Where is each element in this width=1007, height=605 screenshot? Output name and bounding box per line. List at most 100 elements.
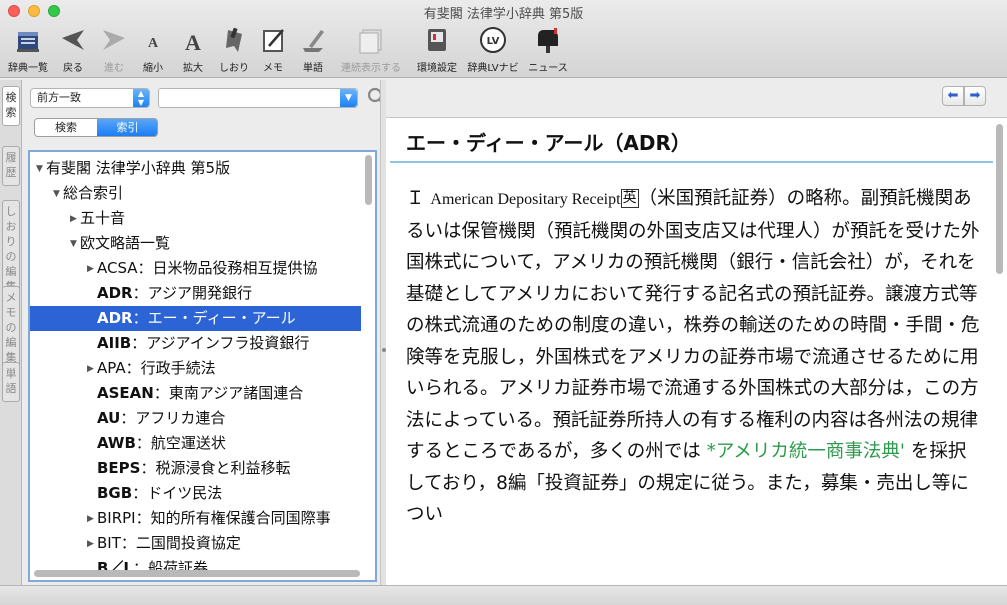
cross-reference-link[interactable]: *アメリカ統一商事法典' <box>707 441 905 462</box>
back-button[interactable]: 戻る <box>55 24 91 74</box>
tree-horizontal-scrollbar[interactable] <box>34 570 360 577</box>
toolbar: 有斐閣 法律学小辞典 第5版 辞典一覧 戻る 進む A 縮小 A 拡大 しおり <box>0 0 1007 78</box>
tree-item[interactable]: ▼ 欧文略語一覧 <box>30 231 361 256</box>
title-divider <box>390 161 993 163</box>
arrow-left-icon: ⬅ <box>947 88 959 103</box>
bookmark-button[interactable]: しおり <box>215 24 253 74</box>
disclosure-closed-icon[interactable]: ▶ <box>87 507 97 531</box>
prev-entry-button[interactable]: ⬅ <box>942 86 964 106</box>
preferences-button[interactable]: 環境設定 <box>414 24 460 74</box>
search-history-dropdown[interactable]: ▼ <box>340 89 357 107</box>
tree-item-abbr: ADR <box>97 284 133 302</box>
preferences-icon <box>428 29 446 51</box>
disclosure-closed-icon[interactable]: ▶ <box>70 207 80 231</box>
svg-text:LV: LV <box>487 36 500 47</box>
forward-button[interactable]: 進む <box>96 24 132 74</box>
tree-item[interactable]: ▶ BIT：二国間投資協定 <box>30 531 361 556</box>
tree-item-label: 五十音 <box>80 209 126 227</box>
font-smaller-button[interactable]: A 縮小 <box>136 24 170 74</box>
memo-icon <box>263 29 284 52</box>
memo-button[interactable]: メモ <box>256 24 290 74</box>
tree-item[interactable]: ▼ 有斐閣 法律学小辞典 第5版 <box>30 156 361 181</box>
tree-item-label: BIT：二国間投資協定 <box>97 534 241 552</box>
disclosure-open-icon[interactable]: ▼ <box>53 182 63 206</box>
disclosure-closed-icon[interactable]: ▶ <box>87 257 97 281</box>
tree-item-abbr: BEPS <box>97 459 141 477</box>
tab-memo-edit[interactable]: メモの編集 <box>2 286 20 368</box>
tree-item-label: ：東南アジア諸国連合 <box>153 384 304 402</box>
language-mark: 英 <box>620 189 639 208</box>
tree-item[interactable]: BEPS：税源浸食と利益移転 <box>30 456 361 481</box>
tree-item[interactable]: ▶ ACSA：日米物品役務相互提供協 <box>30 256 361 281</box>
tree-item-abbr: AWB <box>97 434 136 452</box>
news-button[interactable]: ニュース <box>526 24 570 74</box>
tree-item[interactable]: ADR：アジア開発銀行 <box>30 281 361 306</box>
disclosure-open-icon[interactable]: ▼ <box>36 157 46 181</box>
tree-item-label: 総合索引 <box>63 184 124 202</box>
status-bar <box>0 585 1007 605</box>
tree-item[interactable]: ▶ 五十音 <box>30 206 361 231</box>
tree-item[interactable]: AU：アフリカ連合 <box>30 406 361 431</box>
content-vertical-scrollbar[interactable] <box>996 124 1003 274</box>
tree-item-label: ：アジアインフラ投資銀行 <box>131 334 310 352</box>
tree-item-label: ：航空運送状 <box>135 434 226 452</box>
tree-item[interactable]: BGB：ドイツ民法 <box>30 481 361 506</box>
entry-body: Ｉ American Depositary Receipt 英（米国預託証券）の略… <box>406 183 984 531</box>
tree-item-label: ：エー・ディー・アール <box>132 309 296 327</box>
tree-item-label: 有斐閣 法律学小辞典 第5版 <box>46 159 231 177</box>
tree-item-label: APA：行政手続法 <box>97 359 216 377</box>
tree-item-abbr: AU <box>97 409 121 427</box>
tree-item-abbr: ASEAN <box>97 384 154 402</box>
tree-item[interactable]: ▼ 総合索引 <box>30 181 361 206</box>
match-mode-select[interactable]: 前方一致 ▲ ▼ <box>30 88 150 108</box>
tree-item-abbr: AIIB <box>97 334 132 352</box>
word-button[interactable]: 単語 <box>296 24 330 74</box>
tab-search[interactable]: 検索 <box>2 86 20 126</box>
entry-text: （米国預託証券）の略称。副預託機関あるいは保管機関（預託機関の外国支店又は代理人… <box>406 188 980 462</box>
tree-item-label: ：ドイツ民法 <box>132 484 223 502</box>
entry-title: エー・ディー・アール（ADR） <box>406 131 691 155</box>
tab-bookmark-edit[interactable]: しおりの編集 <box>2 200 20 298</box>
books-icon <box>17 32 39 52</box>
tree-item-abbr: ADR <box>97 309 133 327</box>
tree-item-label: ：アフリカ連合 <box>120 409 226 427</box>
dictionary-list-button[interactable]: 辞典一覧 <box>6 24 50 74</box>
search-mode-segmented-control: 検索 索引 <box>34 118 158 137</box>
tree-item-label: ：アジア開発銀行 <box>132 284 253 302</box>
continuous-display-button[interactable]: 連続表示する <box>338 24 404 74</box>
tree-item-label: BIRPI：知的所有権保護合同国際事 <box>97 509 331 527</box>
app-window: 有斐閣 法律学小辞典 第5版 辞典一覧 戻る 進む A 縮小 A 拡大 しおり <box>0 0 1007 605</box>
tree-item[interactable]: ▶ APA：行政手続法 <box>30 356 361 381</box>
tree-item[interactable]: AWB：航空運送状 <box>30 431 361 456</box>
search-input[interactable] <box>158 88 358 108</box>
segment-index[interactable]: 索引 <box>97 119 157 136</box>
select-arrows-icon: ▲ ▼ <box>133 89 149 107</box>
font-larger-button[interactable]: A 拡大 <box>176 24 210 74</box>
entry-marker: Ｉ <box>406 188 425 209</box>
disclosure-closed-icon[interactable]: ▶ <box>87 357 97 381</box>
tab-words[interactable]: 単語 <box>2 362 20 402</box>
disclosure-closed-icon[interactable]: ▶ <box>87 532 97 556</box>
continuous-display-icon <box>359 29 382 54</box>
window-title: 有斐閣 法律学小辞典 第5版 <box>423 7 584 22</box>
tab-history[interactable]: 履歴 <box>2 146 20 186</box>
arrow-right-icon: ➡ <box>969 88 981 103</box>
bookmark-icon <box>226 27 242 52</box>
tree-item[interactable]: ADR：エー・ディー・アール <box>30 306 361 331</box>
tree-item[interactable]: ▶ BIRPI：知的所有権保護合同国際事 <box>30 506 361 531</box>
lv-navi-icon: LV <box>480 27 506 53</box>
tree-item[interactable]: B／L：船荷証券 <box>30 556 361 581</box>
tree-item-label: ：税源浸食と利益移転 <box>140 459 291 477</box>
segment-search[interactable]: 検索 <box>35 119 97 136</box>
search-pane: 前方一致 ▲ ▼ ▼ 検索 索引 ▼ 有斐閣 法律学小辞典 第5版 ▼ 総合索引 ▶ 五十音… <box>22 80 388 585</box>
disclosure-open-icon[interactable]: ▼ <box>70 232 80 256</box>
tree-vertical-scrollbar[interactable] <box>365 155 372 205</box>
tree-item[interactable]: AIIB：アジアインフラ投資銀行 <box>30 331 361 356</box>
next-entry-button[interactable]: ➡ <box>964 86 986 106</box>
tree-item-abbr: BGB <box>97 484 133 502</box>
content-header-bar: ⬅ ➡ <box>386 80 1007 116</box>
lv-navi-button[interactable]: LV 辞典LVナビ <box>464 24 522 74</box>
tree-item[interactable]: ASEAN：東南アジア諸国連合 <box>30 381 361 406</box>
word-icon <box>303 30 324 52</box>
entry-view: エー・ディー・アール（ADR） Ｉ American Depositary Re… <box>386 117 1007 585</box>
